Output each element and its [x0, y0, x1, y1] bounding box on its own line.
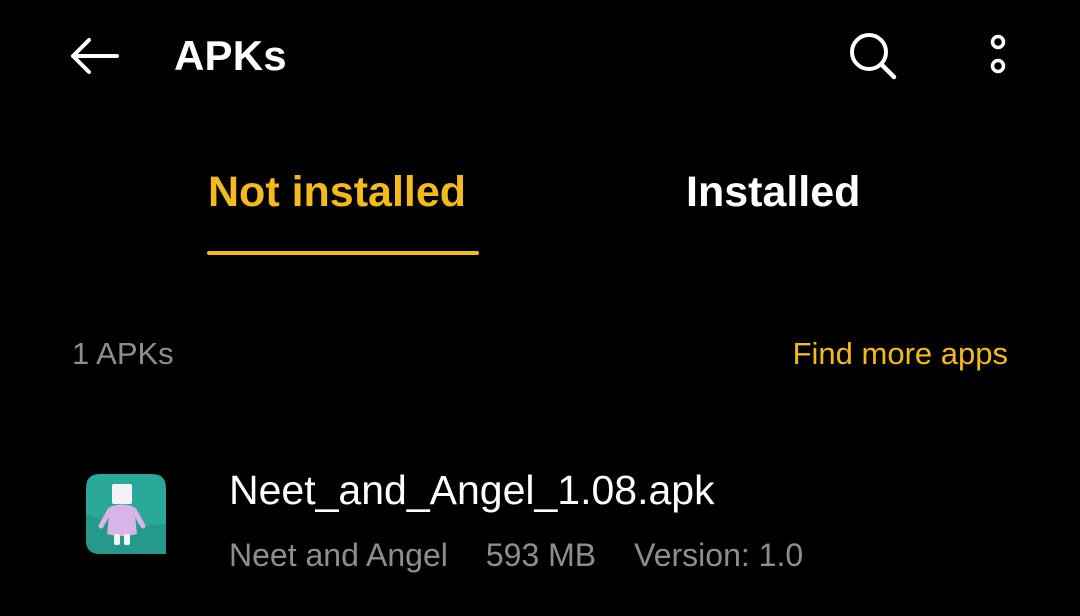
neet-and-angel-app-icon — [86, 474, 166, 554]
apk-version: Version: 1.0 — [634, 537, 804, 573]
top-app-bar: APKs — [0, 0, 1080, 112]
apk-size: 593 MB — [485, 537, 597, 573]
apk-list-item[interactable]: Neet_and_Angel_1.08.apk Neet and Angel 59… — [0, 448, 1080, 598]
tab-installed[interactable]: Installed — [686, 164, 860, 220]
apk-app-name: Neet and Angel — [229, 537, 448, 573]
tab-bar: Not installed Installed — [0, 150, 1080, 260]
arrow-left-icon — [71, 38, 119, 74]
back-button[interactable] — [62, 28, 126, 84]
more-options-button[interactable] — [972, 26, 1024, 86]
apk-file-name: Neet_and_Angel_1.08.apk — [229, 467, 715, 513]
find-more-apps-link[interactable]: Find more apps — [793, 334, 1008, 374]
active-tab-indicator — [207, 251, 479, 255]
search-icon — [850, 33, 897, 80]
page-title: APKs — [174, 32, 287, 79]
tab-not-installed[interactable]: Not installed — [208, 164, 466, 220]
more-vertical-icon — [990, 34, 1006, 74]
search-button[interactable] — [840, 26, 906, 86]
apk-details: Neet and Angel 593 MB Version: 1.0 — [229, 534, 803, 576]
apk-count-label: 1 APKs — [72, 336, 174, 371]
